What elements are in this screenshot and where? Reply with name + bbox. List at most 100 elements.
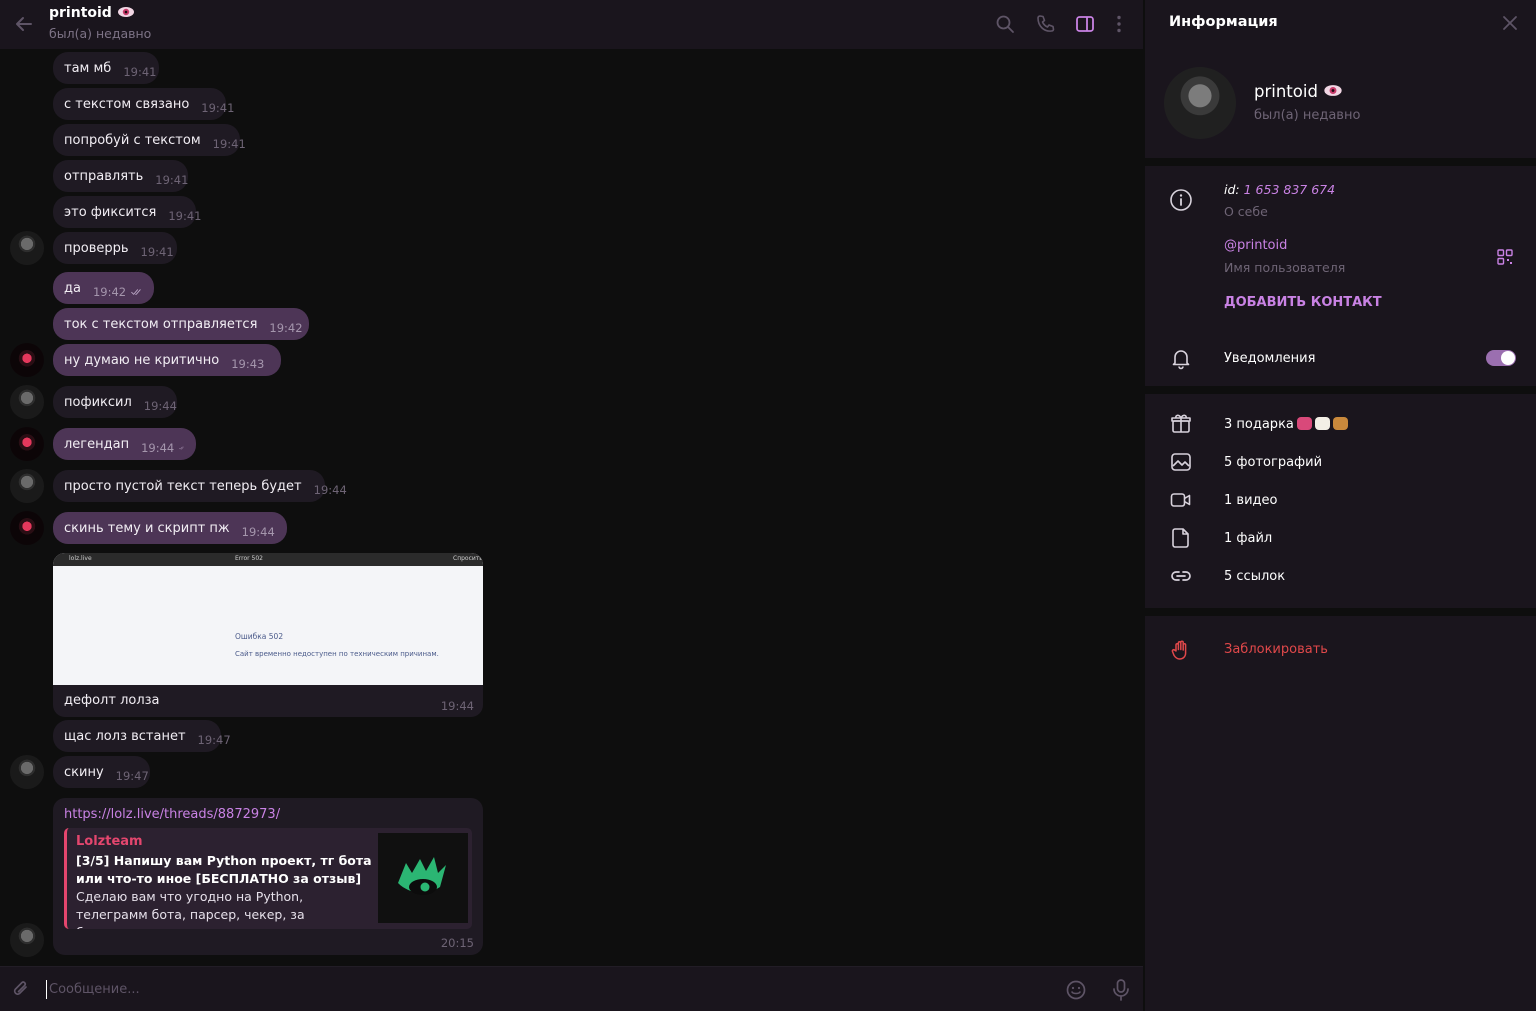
block-user-button[interactable]: Заблокировать: [1224, 642, 1328, 657]
user-id[interactable]: id: 1 653 837 674: [1224, 182, 1335, 197]
sender-avatar[interactable]: [10, 343, 44, 377]
emoji-icon[interactable]: [1065, 979, 1087, 1001]
read-double-check-icon: [131, 289, 141, 295]
message-text: ток с текстом отправляется: [64, 316, 258, 332]
browser-title: Error 502: [235, 555, 263, 562]
gift-emoji-icon: [1314, 417, 1330, 430]
bell-icon: [1172, 350, 1190, 370]
link-preview[interactable]: Lolzteam [3/5] Напишу вам Python проект,…: [64, 828, 472, 929]
sender-avatar[interactable]: [10, 923, 44, 957]
outgoing-message[interactable]: да 19:42: [53, 272, 154, 304]
qr-code-icon[interactable]: [1497, 249, 1513, 265]
file-icon: [1172, 528, 1189, 548]
about-label: О себе: [1224, 204, 1268, 219]
text-cursor: [46, 980, 47, 999]
phone-icon[interactable]: [1035, 13, 1057, 35]
outgoing-message[interactable]: скинь тему и скрипт пж 19:44: [53, 512, 287, 544]
photo-message[interactable]: lolz.live Error 502 Спросить Ошибка 502 …: [53, 553, 483, 717]
photo-icon: [1171, 453, 1191, 471]
screenshot-image[interactable]: lolz.live Error 502 Спросить Ошибка 502 …: [53, 553, 483, 685]
sender-avatar[interactable]: [10, 511, 44, 545]
section-divider: [1145, 386, 1536, 394]
browser-bar: lolz.live Error 502 Спросить: [53, 553, 483, 566]
message-text: легендап: [64, 436, 130, 452]
incoming-message[interactable]: скину 19:47: [53, 756, 150, 788]
message-time: 19:44: [143, 399, 177, 413]
add-contact-button[interactable]: ДОБАВИТЬ КОНТАКТ: [1224, 295, 1382, 310]
close-icon[interactable]: [1501, 14, 1519, 32]
back-arrow-icon[interactable]: [12, 12, 36, 36]
search-icon[interactable]: [994, 13, 1016, 35]
browser-url: lolz.live: [69, 555, 92, 562]
notifications-toggle[interactable]: [1486, 350, 1516, 366]
media-row-label: 1 файл: [1224, 531, 1273, 546]
link-message[interactable]: https://lolz.live/threads/8872973/ Lolzt…: [53, 798, 483, 955]
telegram-window: printoid был(а) недавно там мб 19:41 с тек…: [0, 0, 1536, 1011]
chat-status: был(а) недавно: [49, 26, 152, 41]
message-time: 19:42: [92, 285, 127, 299]
link-icon: [1171, 571, 1191, 581]
message-time: 19:47: [197, 733, 231, 747]
incoming-message[interactable]: попробуй с текстом 19:41: [53, 124, 246, 156]
incoming-message[interactable]: пофиксил 19:44: [53, 386, 177, 418]
sender-avatar[interactable]: [10, 231, 44, 265]
media-row-photo[interactable]: 5 фотографий: [1224, 455, 1322, 470]
media-row-link[interactable]: 5 ссылок: [1224, 569, 1285, 584]
message-text: скинь тему и скрипт пж: [64, 520, 230, 536]
message-time: 19:43: [231, 357, 265, 371]
message-list[interactable]: там мб 19:41 с текстом связано 19:41 попробу…: [0, 49, 1143, 966]
incoming-message[interactable]: с текстом связано 19:41: [53, 88, 234, 120]
username-link[interactable]: @printoid: [1224, 238, 1287, 253]
sender-avatar[interactable]: [10, 755, 44, 789]
sender-avatar[interactable]: [10, 427, 44, 461]
gift-emoji-icon: [1332, 417, 1348, 430]
message-text: это фиксится: [64, 204, 157, 220]
media-row-gift[interactable]: 3 подарка: [1224, 417, 1348, 432]
profile-status: был(а) недавно: [1254, 108, 1361, 123]
message-text: пофиксил: [64, 394, 132, 410]
section-divider: [1145, 608, 1536, 616]
media-row-file[interactable]: 1 файл: [1224, 531, 1272, 546]
incoming-message[interactable]: это фиксится 19:41: [53, 196, 202, 228]
sidebar-toggle-icon[interactable]: [1074, 13, 1096, 35]
lolzteam-logo-icon: [378, 833, 468, 923]
attach-paperclip-icon[interactable]: [10, 978, 32, 1000]
browser-button: Спросить: [453, 555, 483, 562]
outgoing-message[interactable]: ну думаю не критично 19:43: [53, 344, 281, 376]
outgoing-message[interactable]: легендап 19:44: [53, 428, 196, 460]
message-time: 19:41: [123, 65, 157, 79]
incoming-message[interactable]: щас лолз встанет 19:47: [53, 720, 231, 752]
profile-avatar[interactable]: [1164, 67, 1236, 139]
media-row-video[interactable]: 1 видео: [1224, 493, 1277, 508]
outgoing-message[interactable]: ток с текстом отправляется 19:42: [53, 308, 309, 340]
message-text: там мб: [64, 60, 112, 76]
message-time: 19:44: [141, 441, 175, 455]
sender-avatar[interactable]: [10, 385, 44, 419]
incoming-message[interactable]: просто пустой текст теперь будет 19:44: [53, 470, 347, 502]
message-text: щас лолз встанет: [64, 728, 186, 744]
section-divider: [1145, 158, 1536, 166]
incoming-message[interactable]: там мб 19:41: [53, 52, 159, 84]
chat-title[interactable]: printoid: [49, 5, 135, 21]
media-row-label: 3 подарка: [1224, 417, 1294, 432]
message-time: 19:41: [140, 245, 174, 259]
message-text: ну думаю не критично: [64, 352, 220, 368]
preview-site-name: Lolzteam: [76, 834, 143, 849]
message-time: 19:41: [201, 101, 235, 115]
message-time: 19:41: [212, 137, 246, 151]
message-input[interactable]: [49, 978, 1029, 1001]
media-row-label: 1 видео: [1224, 493, 1278, 508]
message-time: 19:41: [155, 173, 189, 187]
microphone-icon[interactable]: [1110, 978, 1132, 1002]
media-row-label: 5 фотографий: [1224, 455, 1323, 470]
message-time: 20:15: [440, 936, 474, 950]
message-link[interactable]: https://lolz.live/threads/8872973/: [64, 807, 280, 822]
incoming-message[interactable]: проверрь 19:41: [53, 232, 177, 264]
more-vertical-icon[interactable]: [1108, 13, 1130, 35]
sender-avatar[interactable]: [10, 469, 44, 503]
eye-emoji-icon: [1324, 85, 1342, 96]
video-icon: [1170, 493, 1191, 507]
read-double-check-icon: [269, 363, 270, 365]
message-text: скину: [64, 764, 104, 780]
incoming-message[interactable]: отправлять 19:41: [53, 160, 188, 192]
